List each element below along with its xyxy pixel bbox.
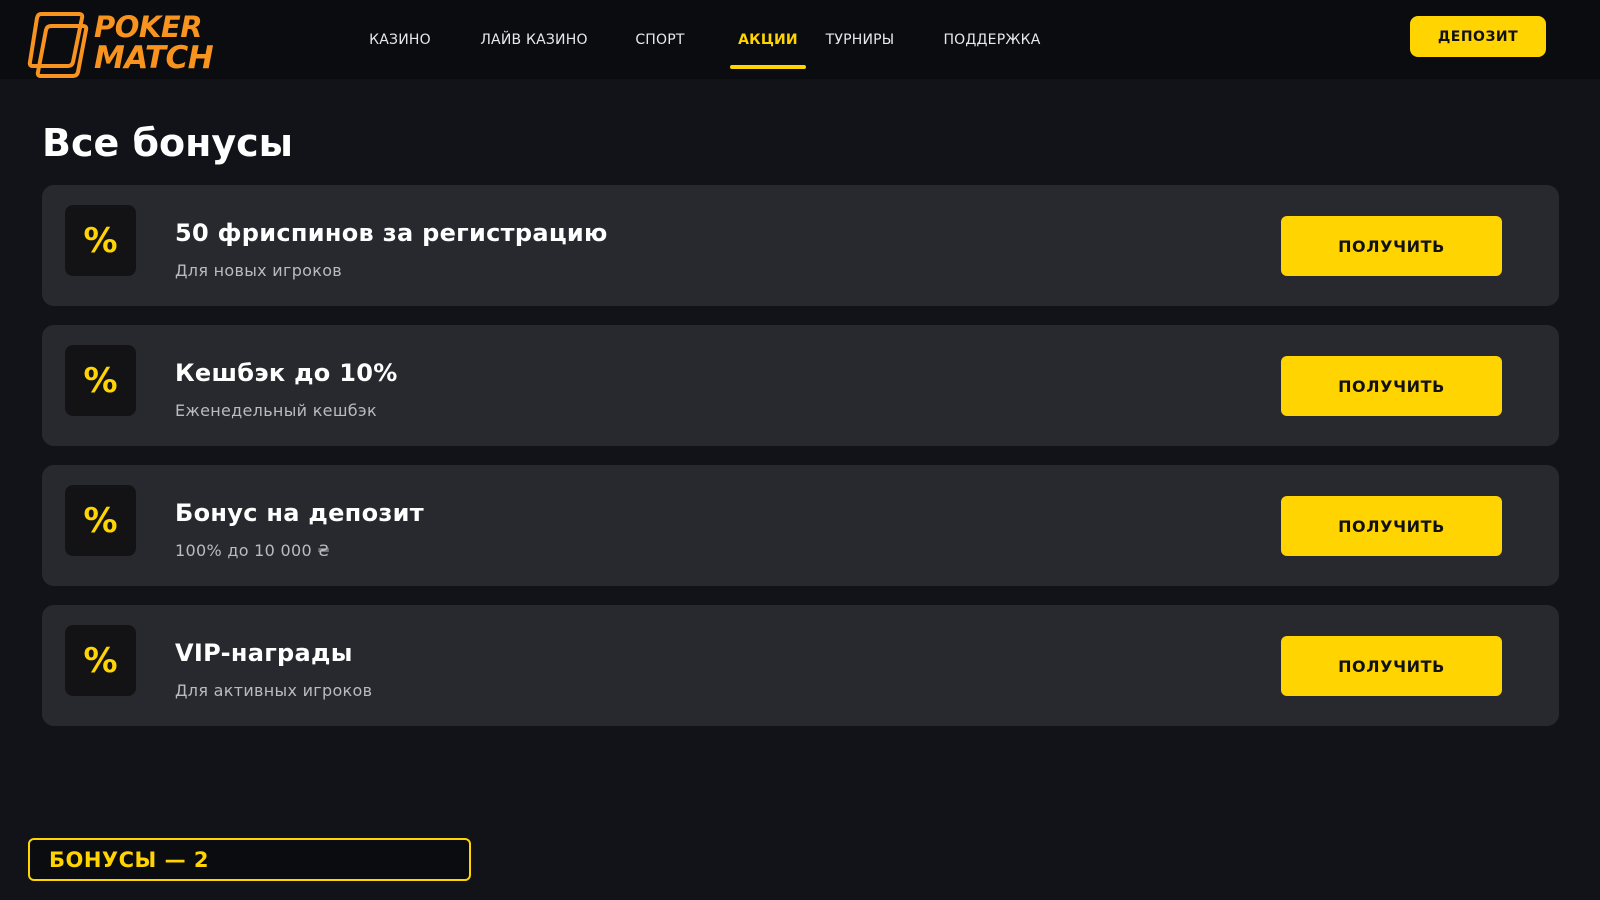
bonus-subtitle: Для активных игроков xyxy=(175,681,373,700)
nav-item-casino[interactable]: КАЗИНО xyxy=(362,0,438,79)
bonus-counter-badge: БОНУСЫ — 2 xyxy=(28,838,471,881)
top-header: POKER MATCH КАЗИНО ЛАЙВ КАЗИНО СПОРТ АКЦ… xyxy=(0,0,1600,79)
bonus-title: 50 фриспинов за регистрацию xyxy=(175,219,608,247)
nav-item-live-casino[interactable]: ЛАЙВ КАЗИНО xyxy=(474,0,594,79)
bonus-card: % Бонус на депозит 100% до 10 000 ₴ ПОЛУ… xyxy=(42,465,1559,586)
claim-bonus-button[interactable]: ПОЛУЧИТЬ xyxy=(1281,216,1502,276)
percent-icon: % xyxy=(65,345,136,416)
cards-logo-icon xyxy=(27,12,89,78)
bonus-card: % VIP-награды Для активных игроков ПОЛУЧ… xyxy=(42,605,1559,726)
bonus-list: % 50 фриспинов за регистрацию Для новых … xyxy=(42,185,1559,745)
bonus-subtitle: 100% до 10 000 ₴ xyxy=(175,541,331,560)
nav-item-support[interactable]: ПОДДЕРЖКА xyxy=(940,0,1044,79)
deposit-button[interactable]: ДЕПОЗИТ xyxy=(1410,16,1546,57)
bonus-card: % Кешбэк до 10% Еженедельный кешбэк ПОЛУ… xyxy=(42,325,1559,446)
bonus-subtitle: Еженедельный кешбэк xyxy=(175,401,377,420)
percent-icon: % xyxy=(65,625,136,696)
nav-item-sport[interactable]: СПОРТ xyxy=(630,0,690,79)
nav-item-tournaments[interactable]: ТУРНИРЫ xyxy=(822,0,898,79)
claim-bonus-button[interactable]: ПОЛУЧИТЬ xyxy=(1281,356,1502,416)
bonus-card: % 50 фриспинов за регистрацию Для новых … xyxy=(42,185,1559,306)
bonus-subtitle: Для новых игроков xyxy=(175,261,343,280)
brand-line-2: MATCH xyxy=(94,40,214,76)
claim-bonus-button[interactable]: ПОЛУЧИТЬ xyxy=(1281,496,1502,556)
bonus-title: VIP-награды xyxy=(175,639,353,667)
percent-icon: % xyxy=(65,485,136,556)
brand-wordmark: POKER MATCH xyxy=(94,10,214,76)
percent-icon: % xyxy=(65,205,136,276)
brand-logo[interactable]: POKER MATCH xyxy=(27,10,227,80)
claim-bonus-button[interactable]: ПОЛУЧИТЬ xyxy=(1281,636,1502,696)
page-title: Все бонусы xyxy=(42,121,294,165)
bonus-title: Кешбэк до 10% xyxy=(175,359,398,387)
nav-item-promotions[interactable]: АКЦИИ xyxy=(730,0,806,79)
bonus-title: Бонус на депозит xyxy=(175,499,424,527)
brand-line-1: POKER xyxy=(94,10,203,44)
